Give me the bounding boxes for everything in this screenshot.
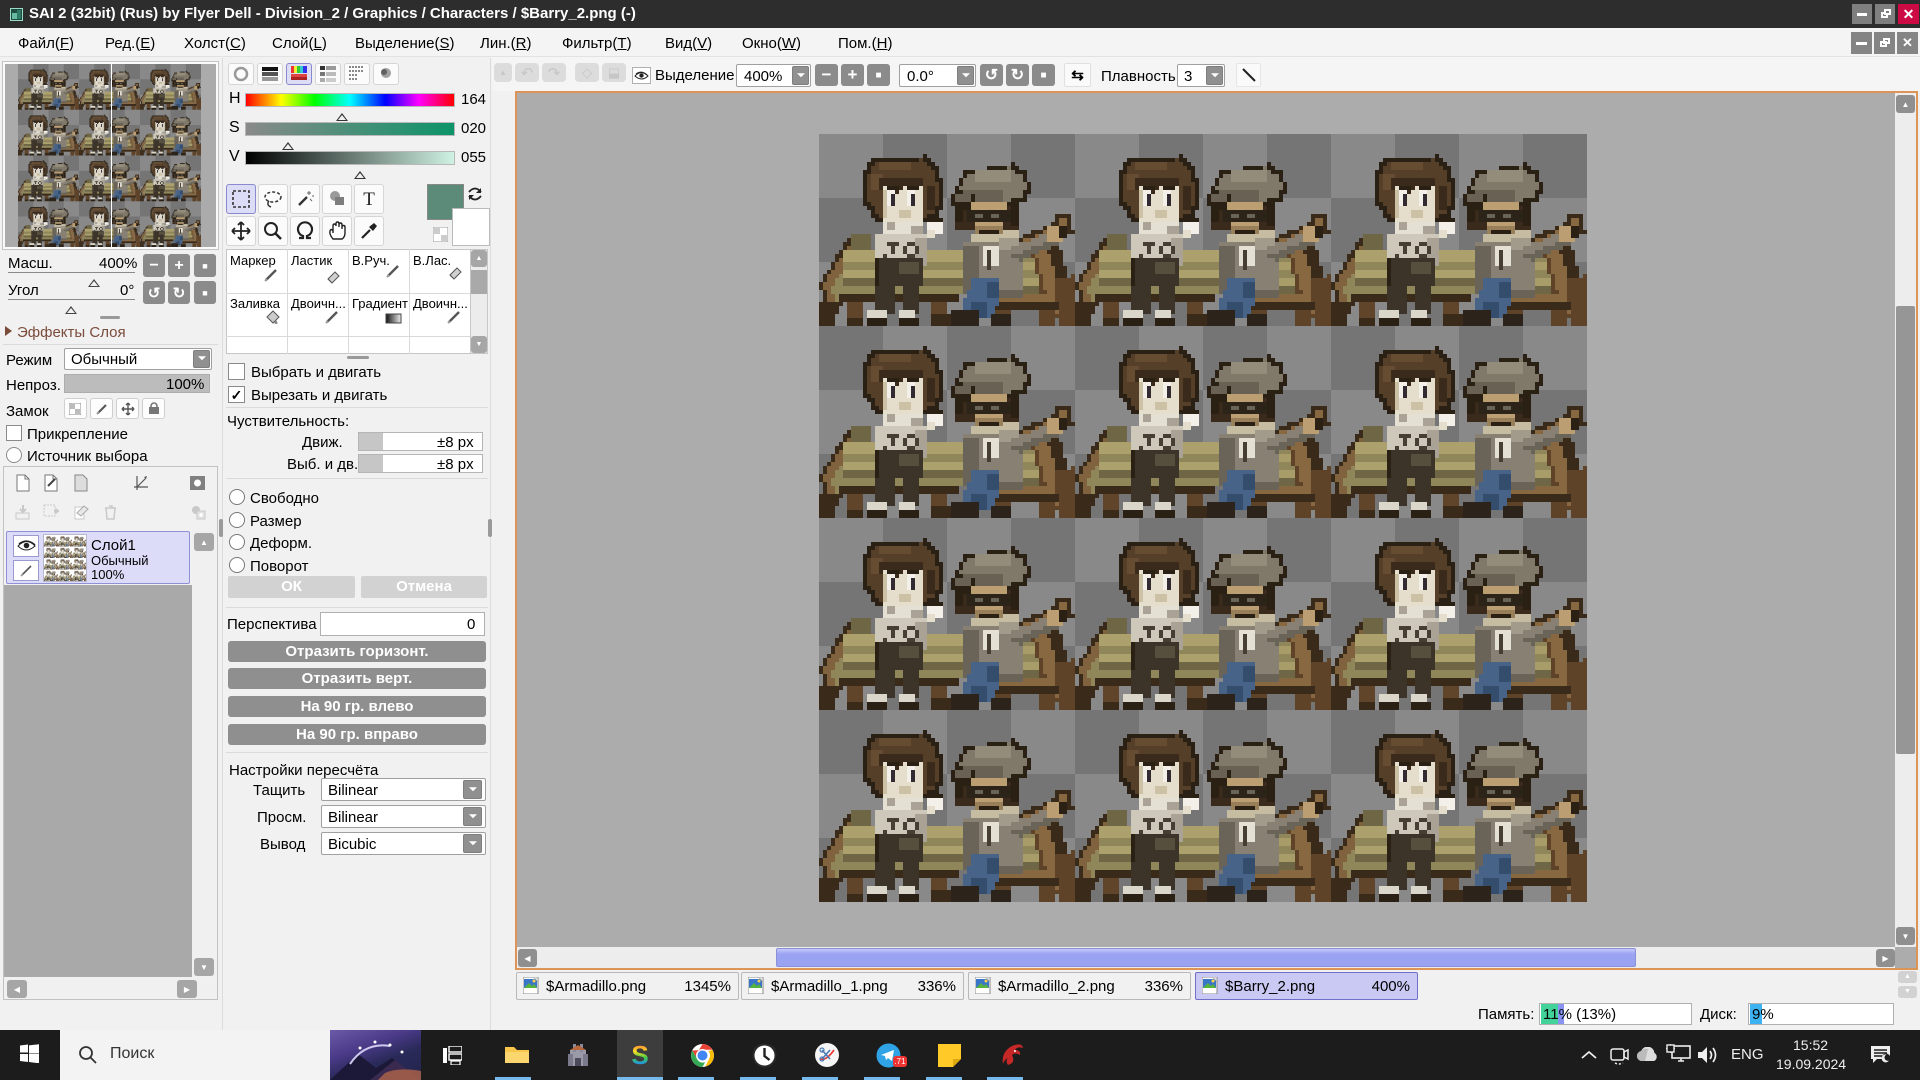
svg-text:S: S: [631, 1043, 648, 1068]
svg-text:T: T: [363, 189, 375, 210]
